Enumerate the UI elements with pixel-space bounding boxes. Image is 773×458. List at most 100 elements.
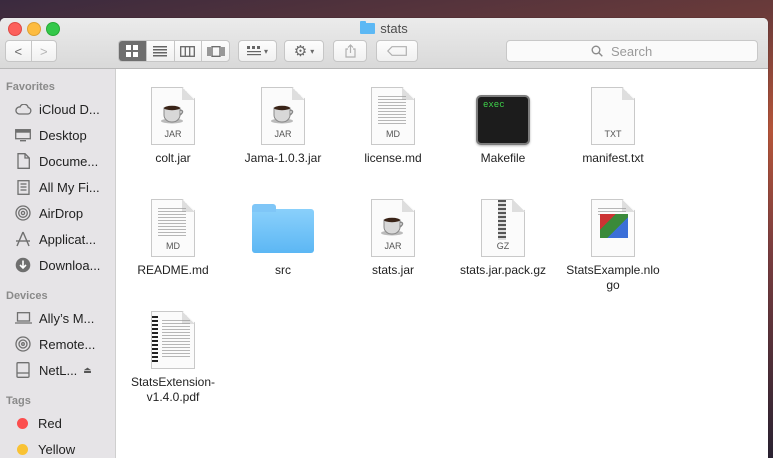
arrange-icon: [246, 46, 261, 56]
file-item[interactable]: JAR colt.jar: [118, 81, 228, 166]
cover-flow-button[interactable]: [202, 41, 229, 61]
sidebar-item-label: Remote...: [39, 336, 96, 352]
devices-header: Devices: [6, 290, 48, 302]
chevron-down-icon: ▾: [310, 46, 315, 56]
icon-view-button[interactable]: [119, 41, 147, 61]
sidebar-item-desktop[interactable]: Desktop: [0, 122, 115, 148]
sidebar-item-label: Desktop: [39, 127, 87, 143]
search-field[interactable]: [506, 40, 758, 62]
file-item[interactable]: TXT manifest.txt: [558, 81, 668, 166]
file-name: license.md: [364, 151, 422, 165]
file-item[interactable]: StatsExample.nlogo: [558, 193, 668, 293]
window-title-text: stats: [380, 21, 408, 36]
sidebar-item-icloud[interactable]: iCloud D...: [0, 96, 115, 122]
sidebar-item-remote-disc[interactable]: Remote...: [0, 331, 115, 357]
sidebar-item-macbook[interactable]: Ally’s M...: [0, 305, 115, 331]
sidebar-item-label: Yellow: [38, 441, 76, 457]
sidebar-item-tag-yellow[interactable]: Yellow: [0, 436, 115, 458]
jar-file-icon: JAR: [371, 199, 415, 257]
file-name: Makefile: [480, 151, 526, 165]
sidebar-item-airdrop[interactable]: AirDrop: [0, 200, 115, 226]
file-item[interactable]: JAR stats.jar: [338, 193, 448, 278]
search-icon: [591, 45, 603, 57]
all-files-icon: [14, 178, 32, 196]
desktop-icon: [14, 126, 32, 144]
sidebar-item-label: Applicat...: [39, 231, 97, 247]
archive-file-icon: GZ: [481, 199, 525, 257]
file-name: README.md: [137, 263, 209, 277]
favorites-header: Favorites: [6, 81, 55, 93]
file-item[interactable]: MD license.md: [338, 81, 448, 166]
file-type-label: GZ: [496, 241, 510, 251]
file-name: colt.jar: [155, 151, 191, 165]
yellow-tag-dot-icon: [17, 443, 28, 455]
nav-buttons: < >: [5, 40, 57, 62]
search-input[interactable]: [609, 42, 673, 60]
terminal-exec-icon: exec: [476, 95, 530, 145]
share-button[interactable]: [333, 40, 367, 62]
file-name: stats.jar: [371, 263, 414, 277]
folder-icon: [360, 21, 376, 34]
sidebar-item-tag-red[interactable]: Red: [0, 410, 115, 436]
file-type-label: MD: [386, 129, 400, 139]
sidebar-item-label: iCloud D...: [39, 101, 100, 117]
sidebar-item-applications[interactable]: Applicat...: [0, 226, 115, 252]
sidebar: Favorites iCloud D... Desktop Docume... …: [0, 69, 116, 458]
column-view-icon: [180, 45, 196, 57]
laptop-icon: [14, 309, 32, 327]
share-icon: [344, 44, 356, 58]
arrange-button[interactable]: ▾: [238, 40, 277, 62]
sidebar-item-label: Docume...: [39, 153, 99, 169]
file-item[interactable]: MD README.md: [118, 193, 228, 278]
sidebar-item-documents[interactable]: Docume...: [0, 148, 115, 174]
forward-button[interactable]: >: [32, 41, 57, 61]
file-item[interactable]: src: [228, 193, 338, 278]
eject-icon[interactable]: ⏏: [83, 365, 92, 376]
sidebar-item-label: Ally’s M...: [39, 310, 95, 326]
file-name: Jama-1.0.3.jar: [244, 151, 322, 165]
applications-icon: [14, 230, 32, 248]
tag-icon: [387, 46, 407, 56]
file-name: StatsExample.nlogo: [566, 263, 660, 292]
file-name: StatsExtension-v1.4.0.pdf: [130, 375, 216, 404]
sidebar-item-label: Downloa...: [39, 257, 101, 273]
drive-icon: [14, 361, 32, 379]
file-item[interactable]: GZ stats.jar.pack.gz: [448, 193, 558, 278]
action-button[interactable]: ⚙ ▾: [284, 40, 324, 62]
disc-icon: [14, 335, 32, 353]
file-name: src: [275, 263, 291, 277]
markdown-file-icon: MD: [371, 87, 415, 145]
chevron-down-icon: ▾: [263, 46, 268, 56]
list-view-button[interactable]: [147, 41, 175, 61]
file-icon-grid: JAR colt.jar JAR Jama-1.0.3.jar MD licen…: [116, 69, 768, 458]
jar-file-icon: JAR: [261, 87, 305, 145]
sidebar-item-label: NetL...: [39, 362, 78, 378]
file-type-label: MD: [166, 241, 180, 251]
sidebar-item-label: AirDrop: [39, 205, 84, 221]
file-item[interactable]: StatsExtension-v1.4.0.pdf: [118, 305, 228, 405]
file-name: manifest.txt: [582, 151, 644, 165]
folder-icon: [252, 204, 314, 253]
sidebar-item-downloads[interactable]: Downloa...: [0, 252, 115, 278]
file-type-label: TXT: [604, 129, 622, 139]
title-bar: stats < > ▾ ⚙ ▾: [0, 18, 768, 69]
sidebar-item-netlogo-volume[interactable]: NetL... ⏏: [0, 357, 115, 383]
red-tag-dot-icon: [17, 417, 28, 429]
column-view-button[interactable]: [175, 41, 203, 61]
file-item[interactable]: JAR Jama-1.0.3.jar: [228, 81, 338, 166]
file-name: stats.jar.pack.gz: [459, 263, 547, 277]
edit-tags-button[interactable]: [376, 40, 418, 62]
sidebar-item-label: All My Fi...: [39, 179, 100, 195]
netlogo-file-icon: [591, 199, 635, 257]
cloud-icon: [14, 100, 32, 118]
sidebar-item-label: Red: [38, 415, 62, 431]
back-button[interactable]: <: [6, 41, 32, 61]
file-type-label: JAR: [164, 129, 182, 139]
file-item[interactable]: exec Makefile: [448, 81, 558, 166]
documents-icon: [14, 152, 32, 170]
exec-label: exec: [483, 100, 505, 110]
jar-file-icon: JAR: [151, 87, 195, 145]
markdown-file-icon: MD: [151, 199, 195, 257]
pdf-file-icon: [151, 311, 195, 369]
sidebar-item-all-files[interactable]: All My Fi...: [0, 174, 115, 200]
